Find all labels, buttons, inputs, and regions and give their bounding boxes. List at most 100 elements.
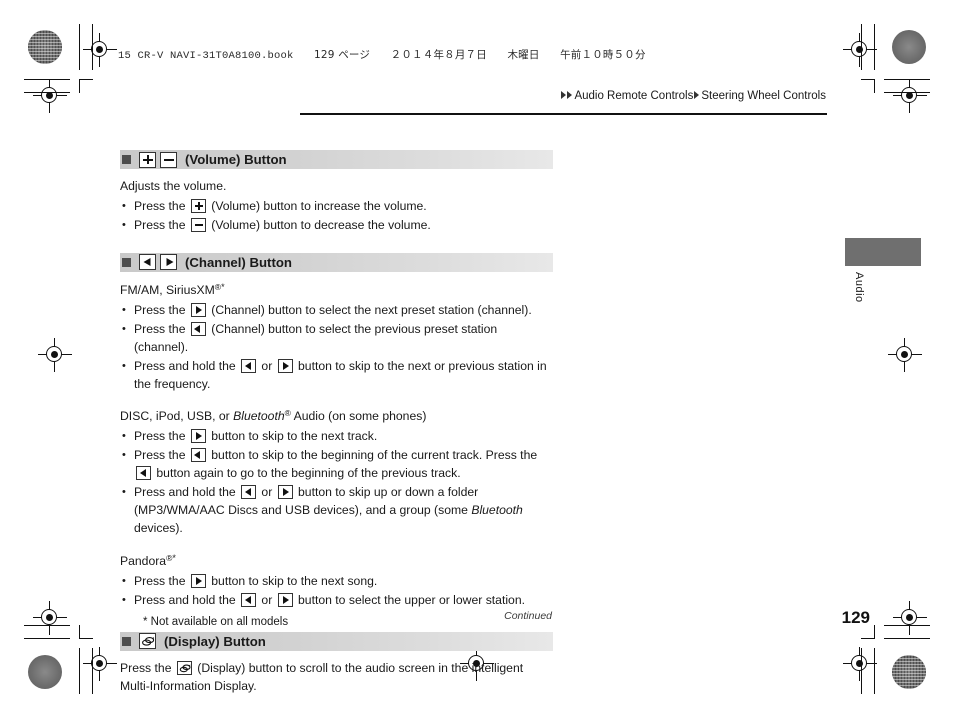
list-item: Press the (Volume) button to decrease th…: [120, 217, 553, 235]
list-item: Press the (Volume) button to increase th…: [120, 198, 553, 216]
display-glyph-icon: [179, 664, 191, 673]
section-title-display: (Display) Button: [164, 633, 266, 649]
minus-key-icon: [160, 151, 177, 168]
crop-mark-bottom-left: [24, 614, 104, 694]
section-title-channel: (Channel) Button: [185, 254, 292, 270]
left-arrow-key-icon: [136, 466, 151, 481]
print-slug-weekday: 木曜日: [507, 49, 540, 61]
plus-key-icon: [139, 151, 156, 168]
display-key-icon: [176, 660, 192, 675]
crop-mark-top-left: [24, 24, 104, 104]
side-tab-label: Audio: [853, 272, 865, 303]
left-arrow-key-icon: [241, 592, 257, 607]
manual-page: 15 CR-V NAVI-31T0A8100.book 129 ページ ２０１４…: [0, 0, 954, 718]
right-arrow-key-icon: [190, 429, 206, 444]
list-item: Press the button to skip to the beginnin…: [120, 447, 553, 483]
left-arrow-key-icon: [241, 358, 257, 373]
left-arrow-key-icon: [139, 254, 156, 271]
bullet-text-suffix: button to skip to the next track.: [207, 429, 378, 444]
print-slug-page: 129 ページ: [314, 49, 371, 61]
side-tab-block: [845, 238, 921, 266]
bullet-text-bluetooth: Bluetooth: [471, 503, 523, 518]
right-arrow-key-icon: [277, 358, 293, 373]
bullet-text-prefix: Press and hold the: [134, 358, 240, 373]
list-item: Press the (Channel) button to select the…: [120, 321, 553, 357]
list-item: Press and hold the or button to skip to …: [120, 358, 553, 394]
bullet-text-prefix: Press and hold the: [134, 485, 240, 500]
right-arrow-key-icon: [190, 573, 206, 588]
bullet-text-prefix: Press the: [134, 321, 189, 336]
bullet-text-prefix: Press the: [134, 429, 189, 444]
asterisk-mark: *: [172, 553, 176, 563]
subheading-fmam-text: FM/AM, SiriusXM: [120, 282, 215, 297]
right-arrow-key-icon: [277, 485, 293, 500]
right-arrow-key-icon: [190, 302, 206, 317]
bullet-text-mid: button to skip to the beginning of the c…: [207, 448, 538, 463]
display-body: Press the (Display) button to scroll to …: [120, 660, 553, 696]
bullet-text-suffix: (Volume) button to increase the volume.: [207, 198, 427, 213]
breadcrumb-parent[interactable]: Audio Remote Controls: [574, 90, 693, 102]
chevron-right-icon: [694, 90, 700, 99]
section-header-display: (Display) Button: [120, 631, 553, 651]
crop-mark-top-right: [850, 24, 930, 104]
list-item: Press the button to skip to the next son…: [120, 573, 553, 591]
print-slug: 15 CR-V NAVI-31T0A8100.book 129 ページ ２０１４…: [118, 47, 646, 62]
bullet-text-suffix: button to skip to the next song.: [207, 573, 378, 588]
left-arrow-key-icon: [190, 321, 206, 336]
breadcrumb: Audio Remote Controls Steering Wheel Cont…: [300, 90, 827, 102]
bullet-text-suffix: (Channel) button to select the next pres…: [207, 302, 532, 317]
crosshair-mark-middle-left: [38, 338, 72, 372]
list-item: Press and hold the or button to select t…: [120, 592, 553, 610]
left-arrow-key-icon: [190, 448, 206, 463]
bullet-text-conj: or: [258, 358, 276, 373]
bullet-text-conj: or: [258, 592, 276, 607]
bullet-text-suffix: (Volume) button to decrease the volume.: [207, 217, 431, 232]
page-number: 129: [841, 608, 870, 627]
chevron-right-icon: [567, 90, 573, 99]
asterisk-mark: *: [221, 281, 225, 292]
section-bullet-square: [122, 636, 131, 646]
subheading-disc-part1: DISC, iPod, USB, or: [120, 409, 234, 424]
section-bullet-square: [122, 155, 131, 164]
minus-key-icon: [190, 217, 206, 232]
print-slug-time: 午前１０時５０分: [560, 49, 646, 61]
display-key-icon: [139, 633, 156, 650]
bullet-text-suffix: button to select the upper or lower stat…: [294, 592, 525, 607]
subheading-pandora-text: Pandora: [120, 554, 167, 568]
volume-intro: Adjusts the volume.: [120, 179, 227, 193]
print-slug-date: ２０１４年８月７日: [390, 49, 487, 61]
bullet-text-suffix: button again to go to the beginning of t…: [153, 466, 461, 481]
list-item: Press and hold the or button to skip up …: [120, 484, 553, 538]
breadcrumb-current[interactable]: Steering Wheel Controls: [701, 90, 826, 102]
subheading-fmam: FM/AM, SiriusXM®*: [120, 281, 553, 300]
bullet-text-conj: or: [258, 485, 276, 500]
bullet-text-prefix: Press and hold the: [134, 592, 240, 607]
bullet-text-prefix: Press the: [134, 198, 189, 213]
header-divider: [300, 113, 827, 115]
bullet-text-suffix: devices).: [134, 521, 183, 536]
print-slug-filename: 15 CR-V NAVI-31T0A8100.book: [118, 50, 294, 62]
chevron-right-icon: [561, 90, 567, 99]
crosshair-mark-middle-right: [888, 338, 922, 372]
list-item: Press the (Channel) button to select the…: [120, 302, 553, 320]
display-glyph-icon: [142, 637, 155, 646]
subheading-pandora: Pandora®*: [120, 552, 553, 571]
subheading-disc: DISC, iPod, USB, or Bluetooth® Audio (on…: [120, 407, 553, 426]
bullet-text-prefix: Press the: [134, 217, 189, 232]
section-title-volume: (Volume) Button: [185, 151, 287, 167]
left-arrow-key-icon: [241, 485, 257, 500]
display-body-prefix: Press the: [120, 660, 175, 675]
right-arrow-key-icon: [160, 254, 177, 271]
right-arrow-key-icon: [277, 592, 293, 607]
section-header-channel: (Channel) Button: [120, 252, 553, 272]
list-item: Press the button to skip to the next tra…: [120, 428, 553, 446]
plus-key-icon: [190, 198, 206, 213]
subheading-disc-part2: Audio (on some phones): [290, 409, 427, 424]
bullet-text-prefix: Press the: [134, 573, 189, 588]
section-bullet-square: [122, 257, 131, 267]
continued-label: Continued: [504, 610, 552, 622]
bullet-text-prefix: Press the: [134, 302, 189, 317]
bullet-text-prefix: Press the: [134, 448, 189, 463]
section-header-volume: (Volume) Button: [120, 150, 553, 169]
subheading-disc-bluetooth: Bluetooth: [233, 409, 285, 424]
